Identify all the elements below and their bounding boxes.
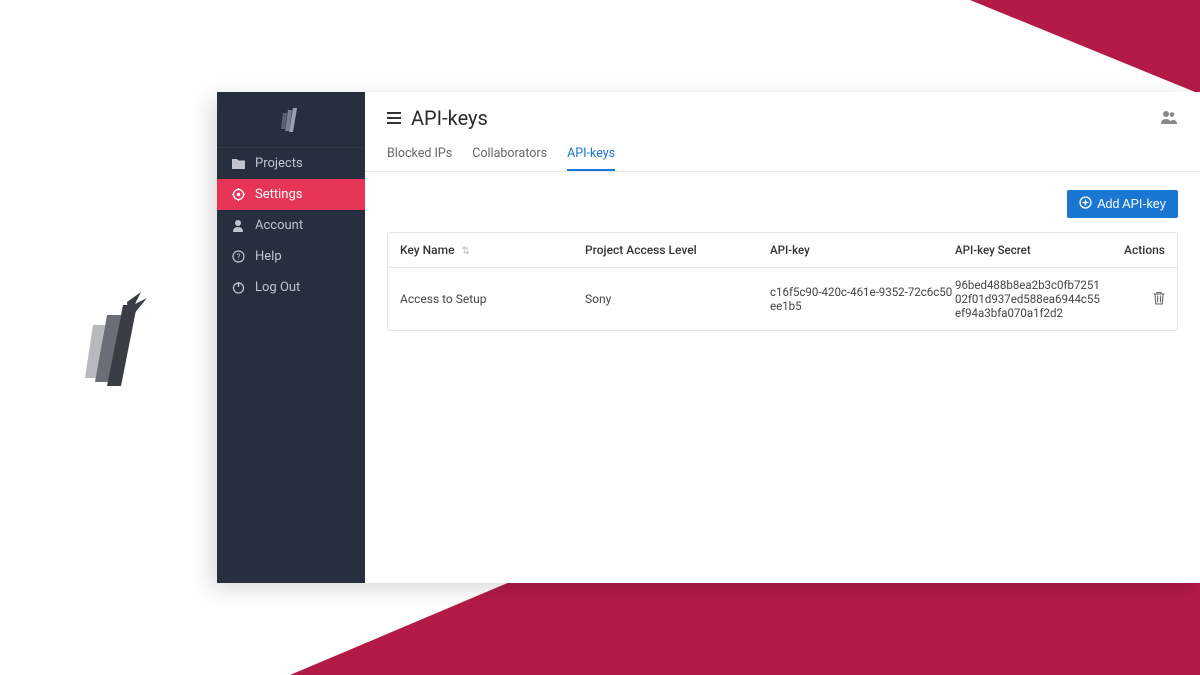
cell-api-key: c16f5c90-420c-461e-9352-72c6c50ee1b5: [770, 285, 955, 313]
cell-key-name: Access to Setup: [400, 292, 585, 306]
help-icon: ?: [231, 250, 245, 264]
tab-api-keys[interactable]: API-keys: [567, 138, 615, 171]
cell-api-secret: 96bed488b8ea2b3c0fb725102f01d937ed588ea6…: [955, 278, 1117, 320]
svg-text:?: ?: [236, 253, 240, 262]
table-row: Access to Setup Sony c16f5c90-420c-461e-…: [388, 268, 1177, 330]
cell-actions: [1117, 291, 1165, 308]
user-icon: [231, 219, 245, 233]
page-title: API-keys: [411, 106, 488, 130]
sidebar-item-account[interactable]: Account: [217, 210, 365, 241]
sidebar-item-label: Projects: [255, 156, 303, 171]
sidebar-item-label: Log Out: [255, 280, 300, 295]
brand-logo-large: [75, 290, 155, 394]
sidebar-item-settings[interactable]: Settings: [217, 179, 365, 210]
gear-icon: [231, 188, 245, 202]
add-button-label: Add API-key: [1097, 197, 1166, 211]
sidebar-item-help[interactable]: ? Help: [217, 241, 365, 272]
toolbar: Add API-key: [387, 190, 1178, 218]
col-header-name[interactable]: Key Name ⇅: [400, 243, 585, 257]
sidebar-item-label: Account: [255, 218, 303, 233]
add-api-key-button[interactable]: Add API-key: [1067, 190, 1178, 218]
col-header-level: Project Access Level: [585, 243, 770, 257]
table-header: Key Name ⇅ Project Access Level API-key …: [388, 233, 1177, 268]
main: API-keys Blocked IPs Collaborators API-k…: [365, 92, 1200, 583]
tab-collaborators[interactable]: Collaborators: [472, 138, 547, 171]
sidebar-item-projects[interactable]: Projects: [217, 148, 365, 179]
menu-toggle-icon[interactable]: [387, 112, 401, 124]
col-header-secret: API-key Secret: [955, 243, 1117, 257]
api-keys-table: Key Name ⇅ Project Access Level API-key …: [387, 232, 1178, 331]
decorative-triangle-top: [970, 0, 1200, 94]
sort-icon: ⇅: [462, 246, 470, 257]
plus-circle-icon: [1079, 196, 1092, 212]
sidebar: Projects Settings Account ? Help Log Out: [217, 92, 365, 583]
page-header: API-keys: [365, 92, 1200, 138]
tab-blocked-ips[interactable]: Blocked IPs: [387, 138, 452, 171]
sidebar-item-logout[interactable]: Log Out: [217, 272, 365, 303]
col-header-key: API-key: [770, 243, 955, 257]
collaborators-icon[interactable]: [1160, 109, 1178, 128]
sidebar-item-label: Settings: [255, 187, 302, 202]
col-header-actions: Actions: [1117, 243, 1165, 257]
tabs: Blocked IPs Collaborators API-keys: [365, 138, 1200, 172]
sidebar-item-label: Help: [255, 249, 282, 264]
delete-button[interactable]: [1153, 294, 1165, 308]
cell-access-level: Sony: [585, 292, 770, 306]
folder-icon: [231, 157, 245, 171]
content: Add API-key Key Name ⇅ Project Access Le…: [365, 172, 1200, 349]
power-icon: [231, 281, 245, 295]
sidebar-logo: [217, 92, 365, 148]
app-window: Projects Settings Account ? Help Log Out: [217, 92, 1200, 583]
